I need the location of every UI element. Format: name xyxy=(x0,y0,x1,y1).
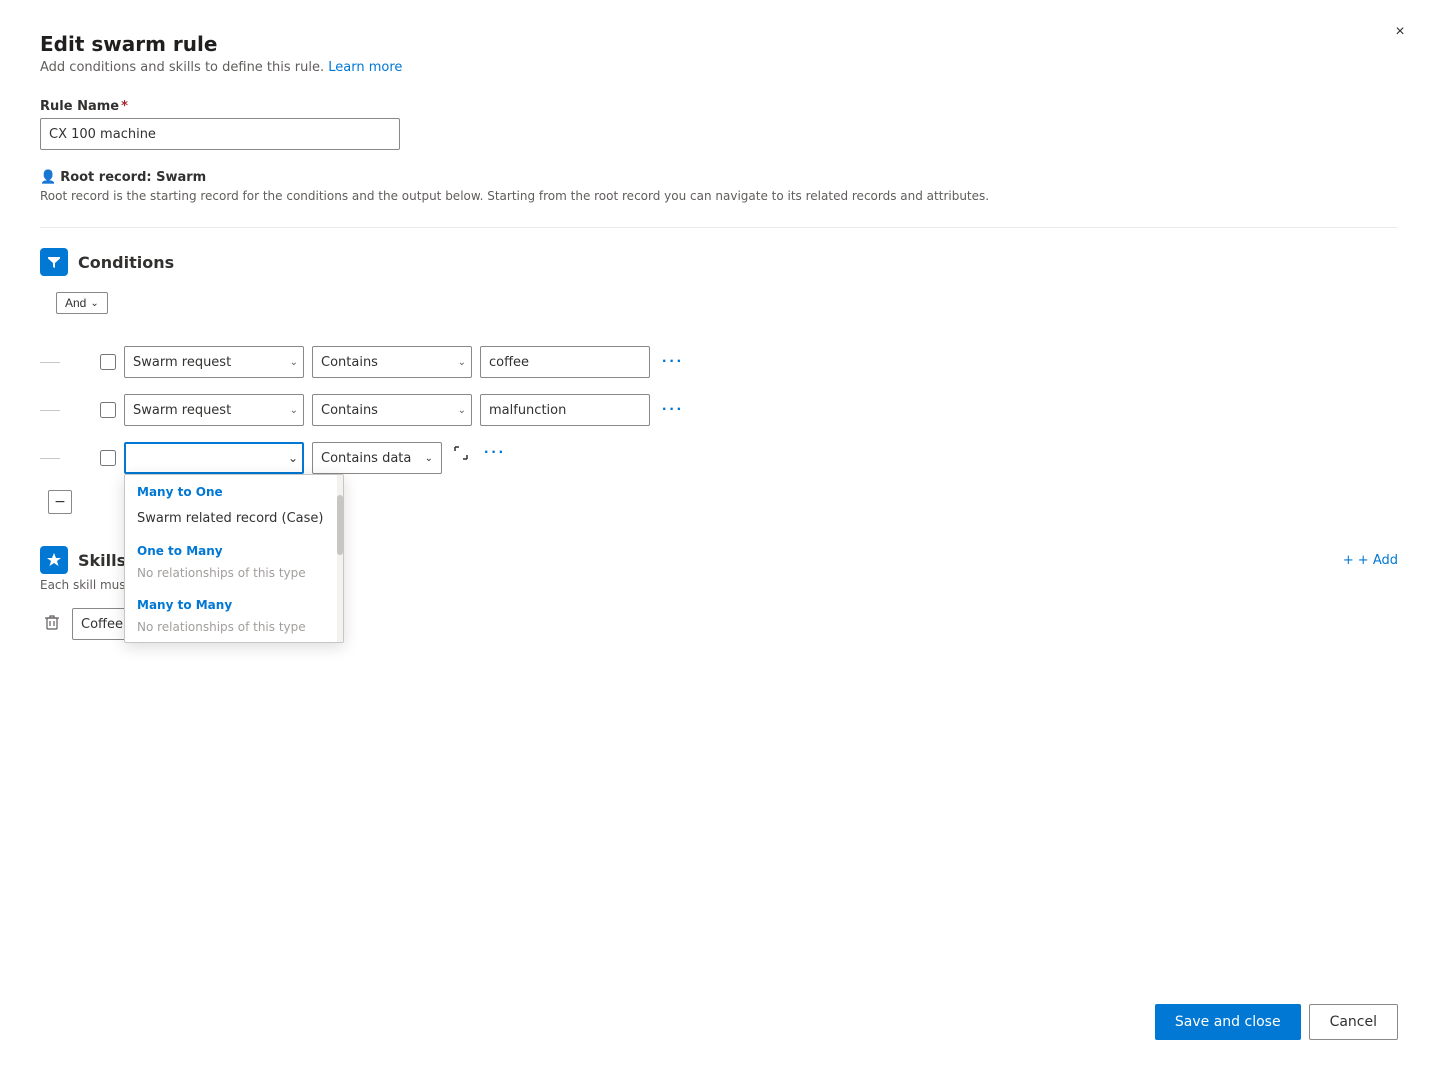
field-select-wrapper-1: Swarm request ⌄ xyxy=(124,346,304,378)
one-to-many-label: One to Many xyxy=(125,534,343,562)
operator-select-2[interactable]: Contains xyxy=(312,394,472,426)
field-dropdown-menu: Many to One Swarm related record (Case) … xyxy=(124,474,344,643)
divider-1 xyxy=(40,227,1398,228)
conditions-area: And ⌄ Swarm request ⌄ Contains xyxy=(40,292,1398,514)
skills-icon xyxy=(40,546,68,574)
modal-footer: Save and close Cancel xyxy=(1155,1004,1398,1040)
operator-select-3[interactable]: Contains data ⌄ xyxy=(312,442,442,474)
root-record-section: 👤 Root record: Swarm Root record is the … xyxy=(40,170,1398,203)
field-selector-input-3[interactable]: ⌄ xyxy=(124,442,304,474)
close-button[interactable]: × xyxy=(1386,18,1414,46)
conditions-icon xyxy=(40,248,68,276)
cancel-button[interactable]: Cancel xyxy=(1309,1004,1398,1040)
operator-select-1[interactable]: Contains xyxy=(312,346,472,378)
condition-checkbox-2[interactable] xyxy=(100,402,116,418)
operator-select-wrapper-1: Contains ⌄ xyxy=(312,346,472,378)
learn-more-link[interactable]: Learn more xyxy=(328,60,402,75)
condition-row-3: ⌄ Many to One Swarm related record (Case… xyxy=(60,442,1398,474)
more-options-button-2[interactable]: ··· xyxy=(658,399,688,421)
skills-title: Skills xyxy=(78,551,126,570)
more-options-button-1[interactable]: ··· xyxy=(658,351,688,373)
person-icon: 👤 xyxy=(40,170,56,185)
page-title: Edit swarm rule xyxy=(40,32,1398,56)
no-one-to-many-label: No relationships of this type xyxy=(125,562,343,588)
field-select-wrapper-2: Swarm request ⌄ xyxy=(124,394,304,426)
value-input-2[interactable] xyxy=(480,394,650,426)
condition-checkbox-1[interactable] xyxy=(100,354,116,370)
and-button[interactable]: And ⌄ xyxy=(56,292,108,314)
field-select-2[interactable]: Swarm request xyxy=(124,394,304,426)
many-to-one-label: Many to One xyxy=(125,475,343,503)
chevron-down-icon: ⌄ xyxy=(288,451,298,465)
more-options-button-3[interactable]: ··· xyxy=(480,442,510,464)
chevron-down-icon: ⌄ xyxy=(90,298,98,309)
delete-skill-button[interactable] xyxy=(40,610,64,638)
many-to-many-label: Many to Many xyxy=(125,588,343,616)
modal-container: × Edit swarm rule Add conditions and ski… xyxy=(0,0,1438,1080)
operator-select-wrapper-2: Contains ⌄ xyxy=(312,394,472,426)
value-input-1[interactable] xyxy=(480,346,650,378)
condition-checkbox-3[interactable] xyxy=(100,450,116,466)
save-and-close-button[interactable]: Save and close xyxy=(1155,1004,1301,1040)
condition-row-2: Swarm request ⌄ Contains ⌄ ··· xyxy=(60,394,1398,426)
rule-name-input[interactable] xyxy=(40,118,400,150)
expand-icon[interactable] xyxy=(450,442,472,464)
field-select-1[interactable]: Swarm request xyxy=(124,346,304,378)
subtitle: Add conditions and skills to define this… xyxy=(40,60,1398,75)
add-skill-button[interactable]: + + Add xyxy=(1343,553,1398,568)
no-many-to-many-label: No relationships of this type xyxy=(125,616,343,642)
root-record-description: Root record is the starting record for t… xyxy=(40,189,1398,203)
conditions-section-header: Conditions xyxy=(40,248,1398,276)
chevron-down-icon: ⌄ xyxy=(425,453,433,464)
field-selector-open: ⌄ Many to One Swarm related record (Case… xyxy=(124,442,304,474)
condition-row-1: Swarm request ⌄ Contains ⌄ ··· xyxy=(60,346,1398,378)
conditions-title: Conditions xyxy=(78,253,174,272)
remove-row-button[interactable]: − xyxy=(48,490,72,514)
swarm-related-item[interactable]: Swarm related record (Case) xyxy=(125,503,343,534)
operator-select-wrapper-3: Contains data ⌄ xyxy=(312,442,442,474)
rule-name-label: Rule Name* xyxy=(40,99,1398,114)
